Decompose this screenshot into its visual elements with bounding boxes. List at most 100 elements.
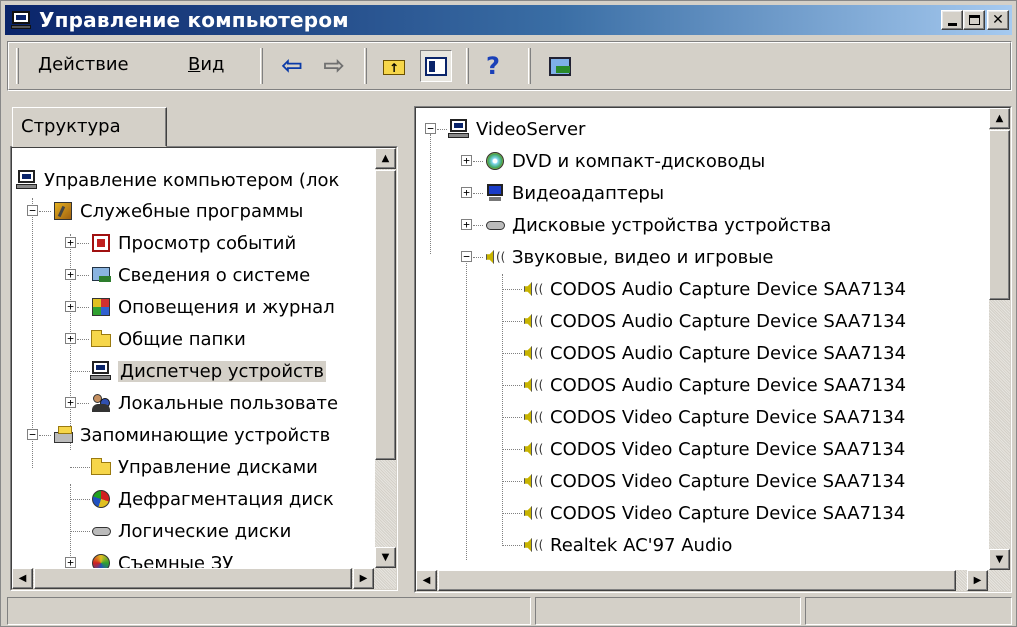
tree-item-alerts-logs[interactable]: Оповещения и журнал bbox=[90, 293, 335, 321]
scroll-thumb[interactable] bbox=[438, 570, 956, 591]
scroll-left-icon: ◀ bbox=[422, 575, 431, 586]
close-button[interactable]: ✕ bbox=[987, 10, 1009, 30]
device-item[interactable]: (( CODOS Audio Capture Device SAA7134 bbox=[522, 275, 906, 303]
help-button[interactable]: ? bbox=[480, 50, 512, 82]
device-item[interactable]: (( CODOS Video Capture Device SAA7134 bbox=[522, 403, 905, 431]
system-info-icon bbox=[90, 264, 112, 286]
forward-button[interactable]: ⇨ bbox=[318, 50, 350, 82]
sound-icon: (( bbox=[522, 278, 544, 300]
device-category-dvd[interactable]: DVD и компакт-дисководы bbox=[484, 147, 765, 175]
device-item[interactable]: (( Realtek AC'97 Audio bbox=[522, 531, 732, 559]
expand-toggle[interactable]: + bbox=[461, 155, 472, 166]
device-category-disk-drives[interactable]: Дисковые устройства устройства bbox=[484, 211, 831, 239]
device-root[interactable]: VideoServer bbox=[448, 115, 585, 143]
scroll-thumb[interactable] bbox=[989, 130, 1010, 300]
expand-toggle[interactable]: + bbox=[65, 269, 76, 280]
expand-toggle[interactable]: + bbox=[461, 219, 472, 230]
device-item-label: CODOS Video Capture Device SAA7134 bbox=[550, 502, 906, 524]
tree-item-label: Сведения о системе bbox=[118, 264, 311, 286]
device-vertical-scrollbar[interactable]: ▲ ▼ bbox=[989, 108, 1010, 570]
scroll-left-button[interactable]: ◀ bbox=[12, 568, 33, 589]
back-button[interactable]: ⇦ bbox=[276, 50, 308, 82]
device-item-label: CODOS Video Capture Device SAA7134 bbox=[550, 470, 906, 492]
minimize-button[interactable] bbox=[941, 10, 963, 30]
computer-management-title-icon[interactable] bbox=[11, 10, 33, 30]
tree-item-label: Управление дисками bbox=[118, 456, 318, 478]
tree-item-logical-drives[interactable]: Логические диски bbox=[90, 517, 291, 545]
tree-vertical-scrollbar[interactable]: ▲ ▼ bbox=[375, 148, 396, 568]
scroll-right-button[interactable]: ▶ bbox=[353, 568, 374, 589]
tools-icon bbox=[52, 200, 74, 222]
console-tree[interactable]: Управление компьютером (лок − Служебные … bbox=[10, 146, 398, 591]
scroll-left-button[interactable]: ◀ bbox=[416, 570, 437, 591]
tree-item-device-manager[interactable]: Диспетчер устройств bbox=[90, 357, 327, 385]
scroll-up-button[interactable]: ▲ bbox=[375, 148, 396, 169]
tree-item-event-viewer[interactable]: Просмотр событий bbox=[90, 229, 296, 257]
tree-item-system-tools[interactable]: Служебные программы bbox=[52, 197, 303, 225]
tree-item-label: Управление компьютером (лок bbox=[44, 169, 340, 191]
expand-toggle[interactable]: + bbox=[65, 301, 76, 312]
tree-item-defragmentation[interactable]: Дефрагментация диск bbox=[90, 485, 334, 513]
scroll-down-icon: ▼ bbox=[995, 554, 1004, 565]
device-category-label: Дисковые устройства устройства bbox=[512, 214, 832, 236]
maximize-button[interactable] bbox=[963, 10, 985, 30]
window-title: Управление компьютером bbox=[39, 8, 349, 32]
tree-item-label: Оповещения и журнал bbox=[118, 296, 335, 318]
tree-item-system-info[interactable]: Сведения о системе bbox=[90, 261, 310, 289]
tree-item-shared-folders[interactable]: Общие папки bbox=[90, 325, 246, 353]
device-item-label: CODOS Video Capture Device SAA7134 bbox=[550, 406, 906, 428]
device-item[interactable]: (( CODOS Audio Capture Device SAA7134 bbox=[522, 307, 906, 335]
menu-action-label: ействие bbox=[52, 54, 129, 75]
device-tree-pane[interactable]: − VideoServer + DVD и компакт-дисководы … bbox=[414, 106, 1012, 593]
tree-item-storage[interactable]: Запоминающие устройств bbox=[52, 421, 330, 449]
expand-toggle[interactable]: + bbox=[65, 397, 76, 408]
dvd-icon bbox=[484, 150, 506, 172]
tree-item-local-users[interactable]: Локальные пользовате bbox=[90, 389, 338, 417]
collapse-toggle[interactable]: − bbox=[461, 251, 472, 262]
device-item[interactable]: (( CODOS Video Capture Device SAA7134 bbox=[522, 435, 905, 463]
device-category-video-adapters[interactable]: Видеоадаптеры bbox=[484, 179, 664, 207]
monitor-icon bbox=[484, 182, 506, 204]
computer-management-icon bbox=[548, 55, 572, 77]
device-item[interactable]: (( CODOS Audio Capture Device SAA7134 bbox=[522, 371, 906, 399]
expand-toggle[interactable]: + bbox=[461, 187, 472, 198]
scroll-up-button[interactable]: ▲ bbox=[989, 108, 1010, 129]
device-item[interactable]: (( CODOS Video Capture Device SAA7134 bbox=[522, 467, 905, 495]
device-category-label: Видеоадаптеры bbox=[512, 182, 665, 204]
title-bar[interactable]: Управление компьютером ✕ bbox=[5, 5, 1012, 35]
device-horizontal-scrollbar[interactable]: ◀ ▶ bbox=[416, 570, 1010, 591]
tree-horizontal-scrollbar[interactable]: ◀ ▶ bbox=[12, 568, 396, 589]
computer-management-window: Управление компьютером ✕ Действие Вид ⇦ … bbox=[0, 0, 1017, 627]
sound-icon: (( bbox=[484, 246, 506, 268]
up-level-button[interactable]: ↑ bbox=[378, 50, 410, 82]
tree-item-computer-management[interactable]: Управление компьютером (лок bbox=[16, 166, 339, 194]
device-item-label: CODOS Video Capture Device SAA7134 bbox=[550, 438, 906, 460]
scroll-down-button[interactable]: ▼ bbox=[989, 549, 1010, 570]
expand-toggle[interactable]: + bbox=[65, 333, 76, 344]
toolbar-grip[interactable] bbox=[16, 48, 19, 84]
sound-icon: (( bbox=[522, 502, 544, 524]
device-category-sound-video-game[interactable]: (( Звуковые, видео и игровые bbox=[484, 243, 774, 271]
collapse-toggle[interactable]: − bbox=[425, 123, 436, 134]
status-cell bbox=[7, 597, 531, 625]
device-item-label: CODOS Audio Capture Device SAA7134 bbox=[550, 278, 907, 300]
tree-item-disk-management[interactable]: Управление дисками bbox=[90, 453, 318, 481]
menu-view[interactable]: Вид bbox=[188, 54, 225, 75]
menu-action[interactable]: Действие bbox=[38, 54, 129, 75]
device-item[interactable]: (( CODOS Audio Capture Device SAA7134 bbox=[522, 339, 906, 367]
collapse-toggle[interactable]: − bbox=[27, 205, 38, 216]
show-hide-tree-button[interactable] bbox=[420, 50, 452, 82]
tab-structure[interactable]: Структура bbox=[12, 107, 167, 147]
computer-management-button[interactable] bbox=[544, 50, 576, 82]
toolbar-separator bbox=[466, 48, 469, 84]
scroll-thumb[interactable] bbox=[375, 170, 396, 460]
scroll-right-button[interactable]: ▶ bbox=[967, 570, 988, 591]
collapse-toggle[interactable]: − bbox=[27, 429, 38, 440]
scroll-thumb[interactable] bbox=[34, 568, 352, 589]
scroll-down-button[interactable]: ▼ bbox=[375, 547, 396, 568]
expand-toggle[interactable]: + bbox=[65, 237, 76, 248]
expand-toggle[interactable]: + bbox=[65, 557, 76, 568]
toolbar-grip[interactable] bbox=[260, 48, 263, 84]
scroll-up-icon: ▲ bbox=[995, 113, 1004, 124]
device-item[interactable]: (( CODOS Video Capture Device SAA7134 bbox=[522, 499, 905, 527]
